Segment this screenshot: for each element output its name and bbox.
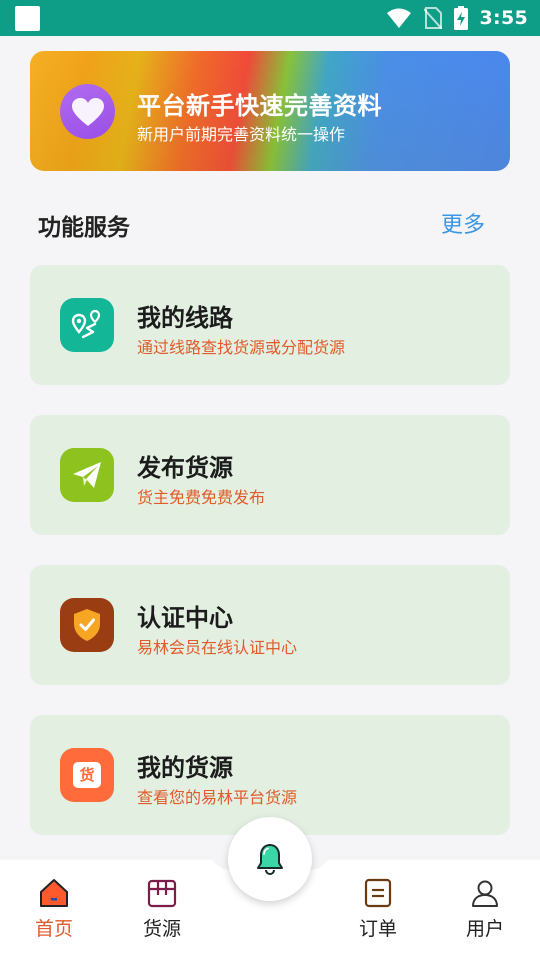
shield-check-icon xyxy=(60,598,114,652)
no-sim-icon xyxy=(423,7,442,29)
battery-charging-icon xyxy=(453,6,468,30)
section-title: 功能服务 xyxy=(38,215,130,241)
status-time: 3:55 xyxy=(479,7,528,29)
nav-label: 用户 xyxy=(465,918,504,940)
card-certification-center[interactable]: 认证中心 易林会员在线认证中心 xyxy=(30,565,510,685)
cargo-icon-text: 货 xyxy=(79,765,95,784)
cargo-icon: 货 xyxy=(60,748,114,802)
route-map-icon xyxy=(60,298,114,352)
nav-cargo[interactable]: 货源 xyxy=(122,878,202,941)
card-title: 发布货源 xyxy=(137,454,233,482)
notification-fab[interactable] xyxy=(228,817,312,901)
card-subtitle: 通过线路查找货源或分配货源 xyxy=(137,338,346,357)
nav-label: 首页 xyxy=(34,918,73,940)
box-icon xyxy=(147,879,177,908)
card-title: 我的线路 xyxy=(137,304,233,332)
card-subtitle: 货主免费免费发布 xyxy=(137,488,266,507)
paper-plane-icon xyxy=(60,448,114,502)
status-bar: 3:55 xyxy=(0,0,540,36)
wifi-icon xyxy=(386,8,411,28)
notification-icon xyxy=(15,6,40,31)
card-title: 认证中心 xyxy=(137,604,233,632)
card-title: 我的货源 xyxy=(137,754,233,782)
nav-home[interactable]: 首页 xyxy=(14,878,94,941)
profile-banner[interactable]: 平台新手快速完善资料 新用户前期完善资料统一操作 xyxy=(30,51,510,171)
nav-label: 货源 xyxy=(142,918,181,940)
banner-subtitle: 新用户前期完善资料统一操作 xyxy=(137,125,346,144)
more-link[interactable]: 更多 xyxy=(441,207,485,239)
card-subtitle: 易林会员在线认证中心 xyxy=(137,638,298,657)
nav-user[interactable]: 用户 xyxy=(445,878,525,941)
card-subtitle: 查看您的易林平台货源 xyxy=(137,788,298,807)
card-publish-cargo[interactable]: 发布货源 货主免费免费发布 xyxy=(30,415,510,535)
nav-orders[interactable]: 订单 xyxy=(338,878,418,941)
order-icon xyxy=(364,878,392,908)
banner-title: 平台新手快速完善资料 xyxy=(137,92,382,120)
user-icon xyxy=(472,880,498,907)
bell-icon xyxy=(257,844,283,876)
home-icon xyxy=(40,879,68,907)
card-my-routes[interactable]: 我的线路 通过线路查找货源或分配货源 xyxy=(30,265,510,385)
heart-icon xyxy=(60,84,115,139)
nav-label: 订单 xyxy=(358,918,397,940)
